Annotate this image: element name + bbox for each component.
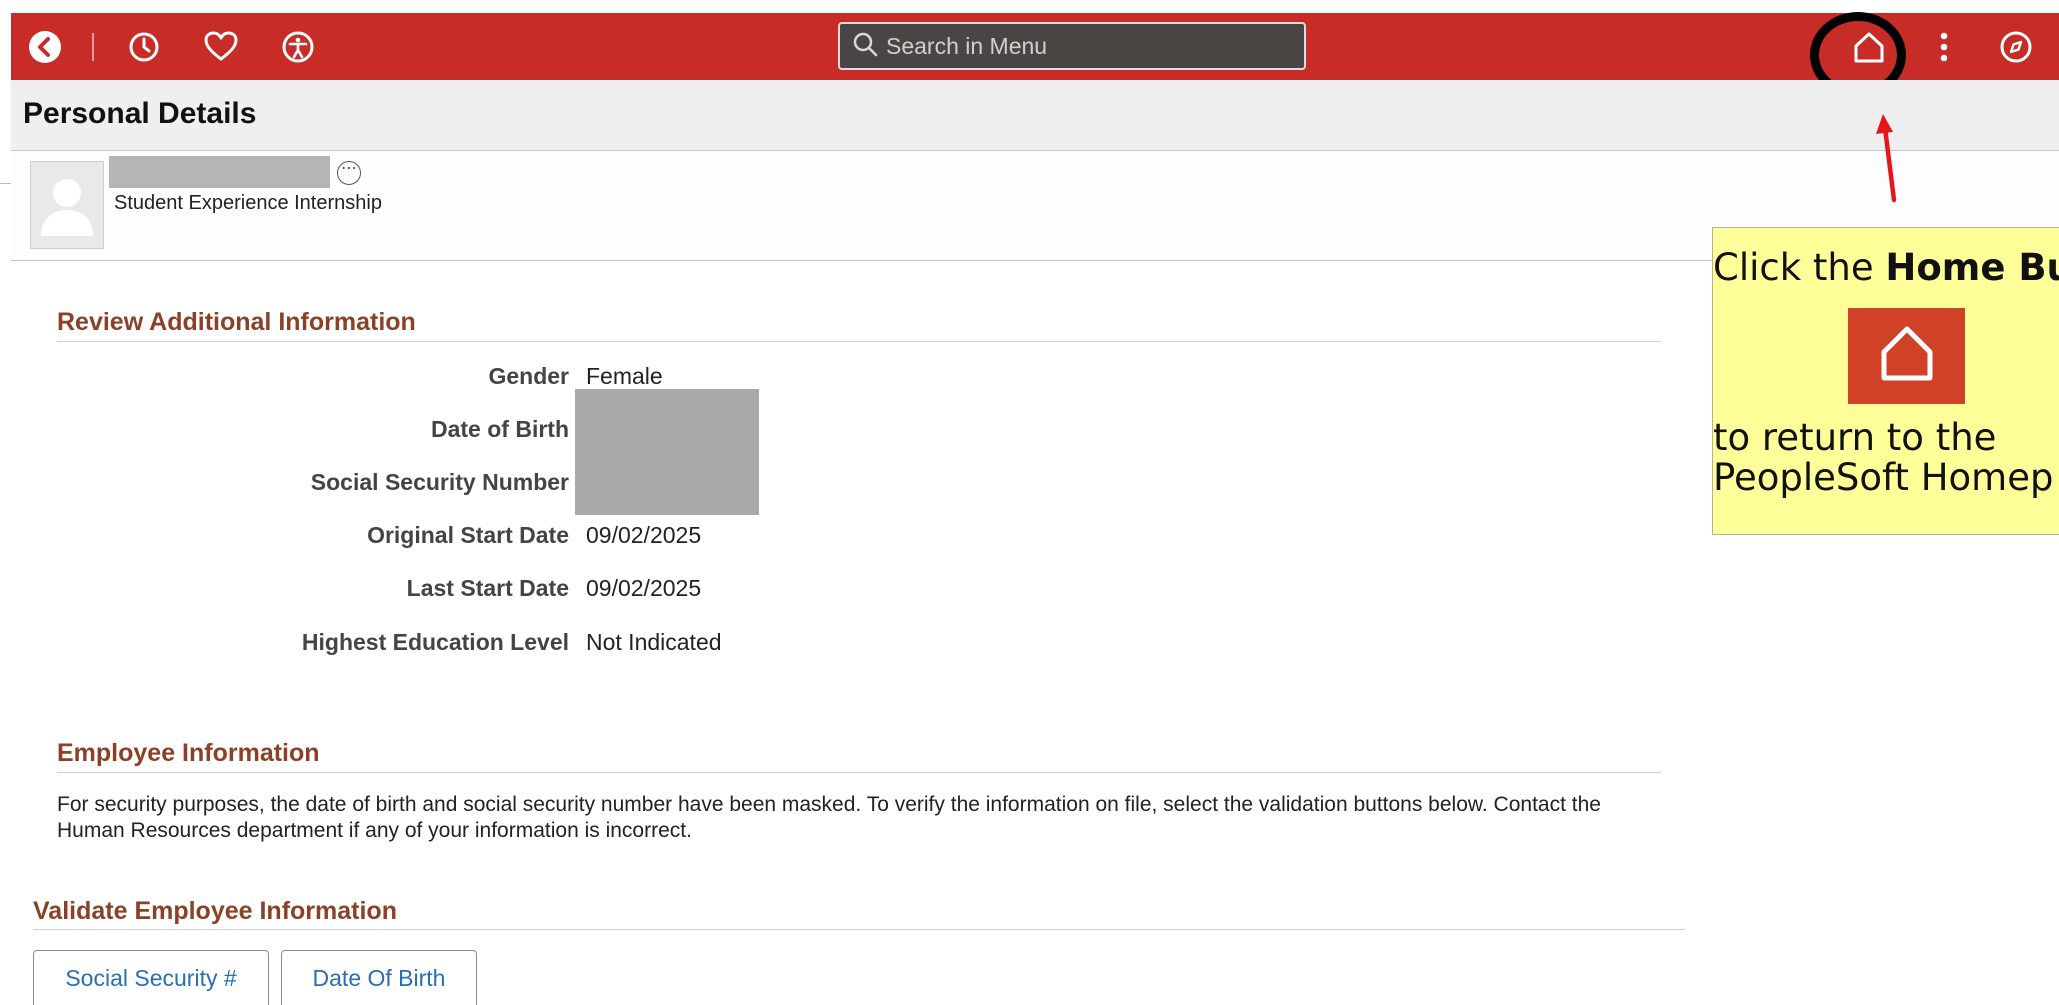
security-notice-text: For security purposes, the date of birth… <box>57 793 1601 842</box>
more-vertical-icon <box>1938 30 1950 64</box>
callout-home-icon-swatch <box>1848 308 1965 404</box>
back-button[interactable] <box>25 27 65 67</box>
accessibility-button[interactable] <box>278 27 318 67</box>
section-heading-review: Review Additional Information <box>57 308 416 336</box>
validate-dob-button[interactable]: Date Of Birth <box>281 950 477 1005</box>
field-value-gender: Female <box>586 363 663 389</box>
page-title: Personal Details <box>23 97 257 130</box>
field-value-last-start: 09/02/2025 <box>586 575 702 601</box>
favorites-button[interactable] <box>201 27 241 67</box>
divider <box>0 183 11 184</box>
section-rule <box>57 772 1661 773</box>
compass-icon <box>1999 30 2033 64</box>
field-label-dob: Date of Birth <box>431 416 569 442</box>
top-navbar: Search in Menu <box>11 13 2059 80</box>
masked-dob-ssn-values <box>575 389 759 515</box>
field-label-education: Highest Education Level <box>301 629 569 655</box>
heart-icon <box>203 30 239 64</box>
search-menu-input[interactable]: Search in Menu <box>838 22 1306 70</box>
search-icon <box>852 31 878 62</box>
navbar-button[interactable] <box>1996 27 2036 67</box>
field-label-gender: Gender <box>488 363 569 389</box>
section-rule <box>33 929 1685 930</box>
callout-bold-text: Home But <box>1885 246 2059 289</box>
field-label-original-start: Original Start Date <box>367 522 569 548</box>
avatar <box>30 161 104 249</box>
clock-icon <box>127 30 161 64</box>
actions-menu-button[interactable] <box>1924 27 1964 67</box>
section-heading-validate: Validate Employee Information <box>33 897 397 925</box>
field-value-education: Not Indicated <box>586 629 722 655</box>
field-label-last-start: Last Start Date <box>406 575 569 601</box>
search-placeholder: Search in Menu <box>886 32 1048 59</box>
page-title-bar: Personal Details <box>11 80 2059 151</box>
nav-separator <box>92 33 94 61</box>
employee-name-masked <box>109 156 330 188</box>
callout-line-3: PeopleSoft Homep <box>1713 456 2054 499</box>
section-heading-employee-info: Employee Information <box>57 739 320 767</box>
section-rule <box>57 341 1661 342</box>
back-chevron-icon <box>28 30 62 64</box>
related-actions-icon[interactable]: ⋯ <box>337 161 361 185</box>
job-title: Student Experience Internship <box>114 192 382 214</box>
recent-places-button[interactable] <box>124 27 164 67</box>
callout-line-2: to return to the <box>1713 416 1997 459</box>
accessibility-icon <box>281 30 315 64</box>
field-value-original-start: 09/02/2025 <box>586 522 702 548</box>
callout-line-1: Click the Home But <box>1713 246 2059 289</box>
validate-ssn-button[interactable]: Social Security # <box>33 950 269 1005</box>
annotation-arrow <box>1876 114 1897 203</box>
home-icon <box>1877 322 1937 391</box>
field-label-ssn: Social Security Number <box>310 469 569 495</box>
